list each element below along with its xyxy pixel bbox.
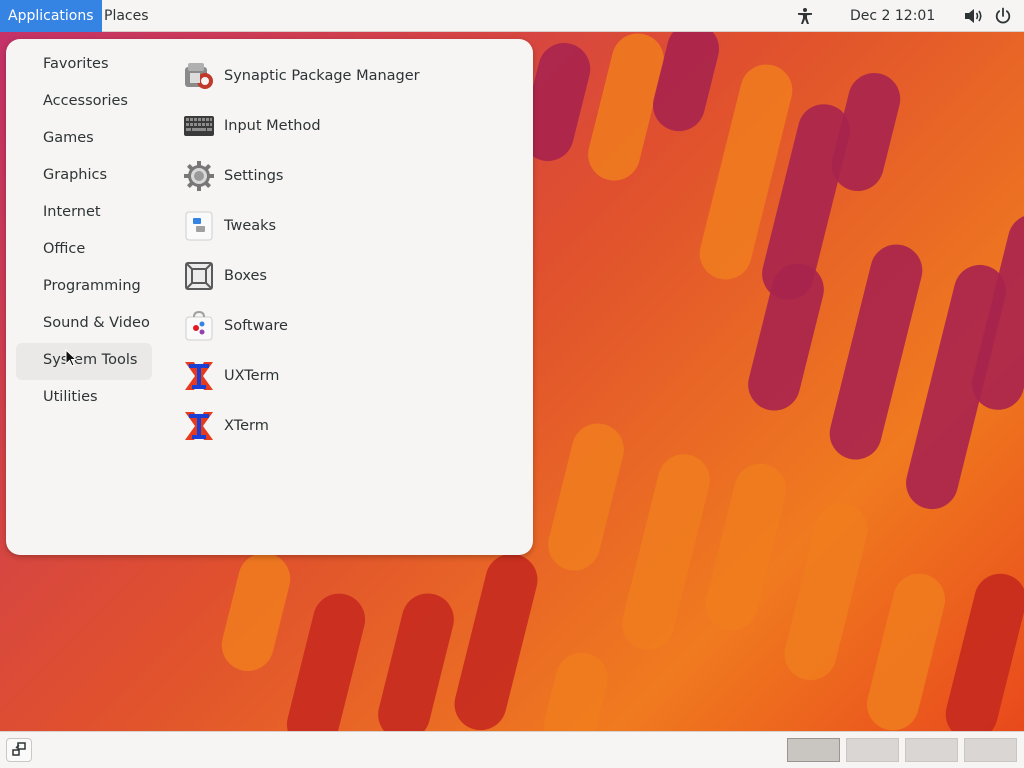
workspace-4[interactable] bbox=[964, 738, 1017, 762]
app-label: Settings bbox=[224, 168, 284, 184]
category-system-tools[interactable]: System Tools bbox=[16, 343, 152, 380]
category-accessories[interactable]: Accessories bbox=[16, 84, 152, 121]
app-software[interactable]: Software bbox=[182, 301, 512, 351]
category-internet[interactable]: Internet bbox=[16, 195, 152, 232]
synaptic-icon bbox=[185, 63, 213, 89]
app-label: Synaptic Package Manager bbox=[224, 68, 420, 84]
workspace-1[interactable] bbox=[787, 738, 840, 762]
gear-icon bbox=[184, 161, 214, 191]
app-input-method[interactable]: Input Method bbox=[182, 101, 512, 151]
app-boxes[interactable]: Boxes bbox=[182, 251, 512, 301]
app-tweaks[interactable]: Tweaks bbox=[182, 201, 512, 251]
app-synaptic[interactable]: Synaptic Package Manager bbox=[182, 51, 512, 101]
tweaks-icon bbox=[185, 211, 213, 241]
category-list: Favorites Accessories Games Graphics Int… bbox=[16, 47, 152, 417]
boxes-icon bbox=[185, 262, 213, 290]
show-desktop-button[interactable] bbox=[6, 738, 32, 762]
xterm-icon bbox=[185, 362, 213, 390]
category-games[interactable]: Games bbox=[16, 121, 152, 158]
category-programming[interactable]: Programming bbox=[16, 269, 152, 306]
show-desktop-icon bbox=[12, 742, 26, 756]
mouse-cursor-icon bbox=[65, 349, 77, 367]
app-label: Software bbox=[224, 318, 288, 334]
app-label: XTerm bbox=[224, 418, 269, 434]
applications-menu-popup: Favorites Accessories Games Graphics Int… bbox=[6, 39, 533, 555]
xterm-icon bbox=[185, 412, 213, 440]
places-menu-button[interactable]: Places bbox=[96, 0, 157, 32]
category-favorites[interactable]: Favorites bbox=[16, 47, 152, 84]
app-list: Synaptic Package Manager Input Method Se… bbox=[182, 51, 512, 451]
app-label: Tweaks bbox=[224, 218, 277, 234]
app-settings[interactable]: Settings bbox=[182, 151, 512, 201]
top-panel: Applications Places Dec 2 12:01 bbox=[0, 0, 1024, 32]
workspace-3[interactable] bbox=[905, 738, 958, 762]
volume-icon[interactable] bbox=[964, 8, 984, 24]
category-utilities[interactable]: Utilities bbox=[16, 380, 152, 417]
app-label: Boxes bbox=[224, 268, 267, 284]
app-uxterm[interactable]: UXTerm bbox=[182, 351, 512, 401]
power-icon[interactable] bbox=[994, 7, 1012, 25]
clock[interactable]: Dec 2 12:01 bbox=[850, 0, 935, 32]
category-office[interactable]: Office bbox=[16, 232, 152, 269]
software-icon bbox=[185, 310, 213, 341]
accessibility-icon[interactable] bbox=[796, 7, 814, 25]
applications-menu-button[interactable]: Applications bbox=[0, 0, 102, 32]
workspace-2[interactable] bbox=[846, 738, 899, 762]
app-label: Input Method bbox=[224, 118, 321, 134]
bottom-panel bbox=[0, 731, 1024, 768]
app-xterm[interactable]: XTerm bbox=[182, 401, 512, 451]
app-label: UXTerm bbox=[224, 368, 280, 384]
keyboard-icon bbox=[184, 116, 214, 136]
category-sound-video[interactable]: Sound & Video bbox=[16, 306, 152, 343]
category-graphics[interactable]: Graphics bbox=[16, 158, 152, 195]
